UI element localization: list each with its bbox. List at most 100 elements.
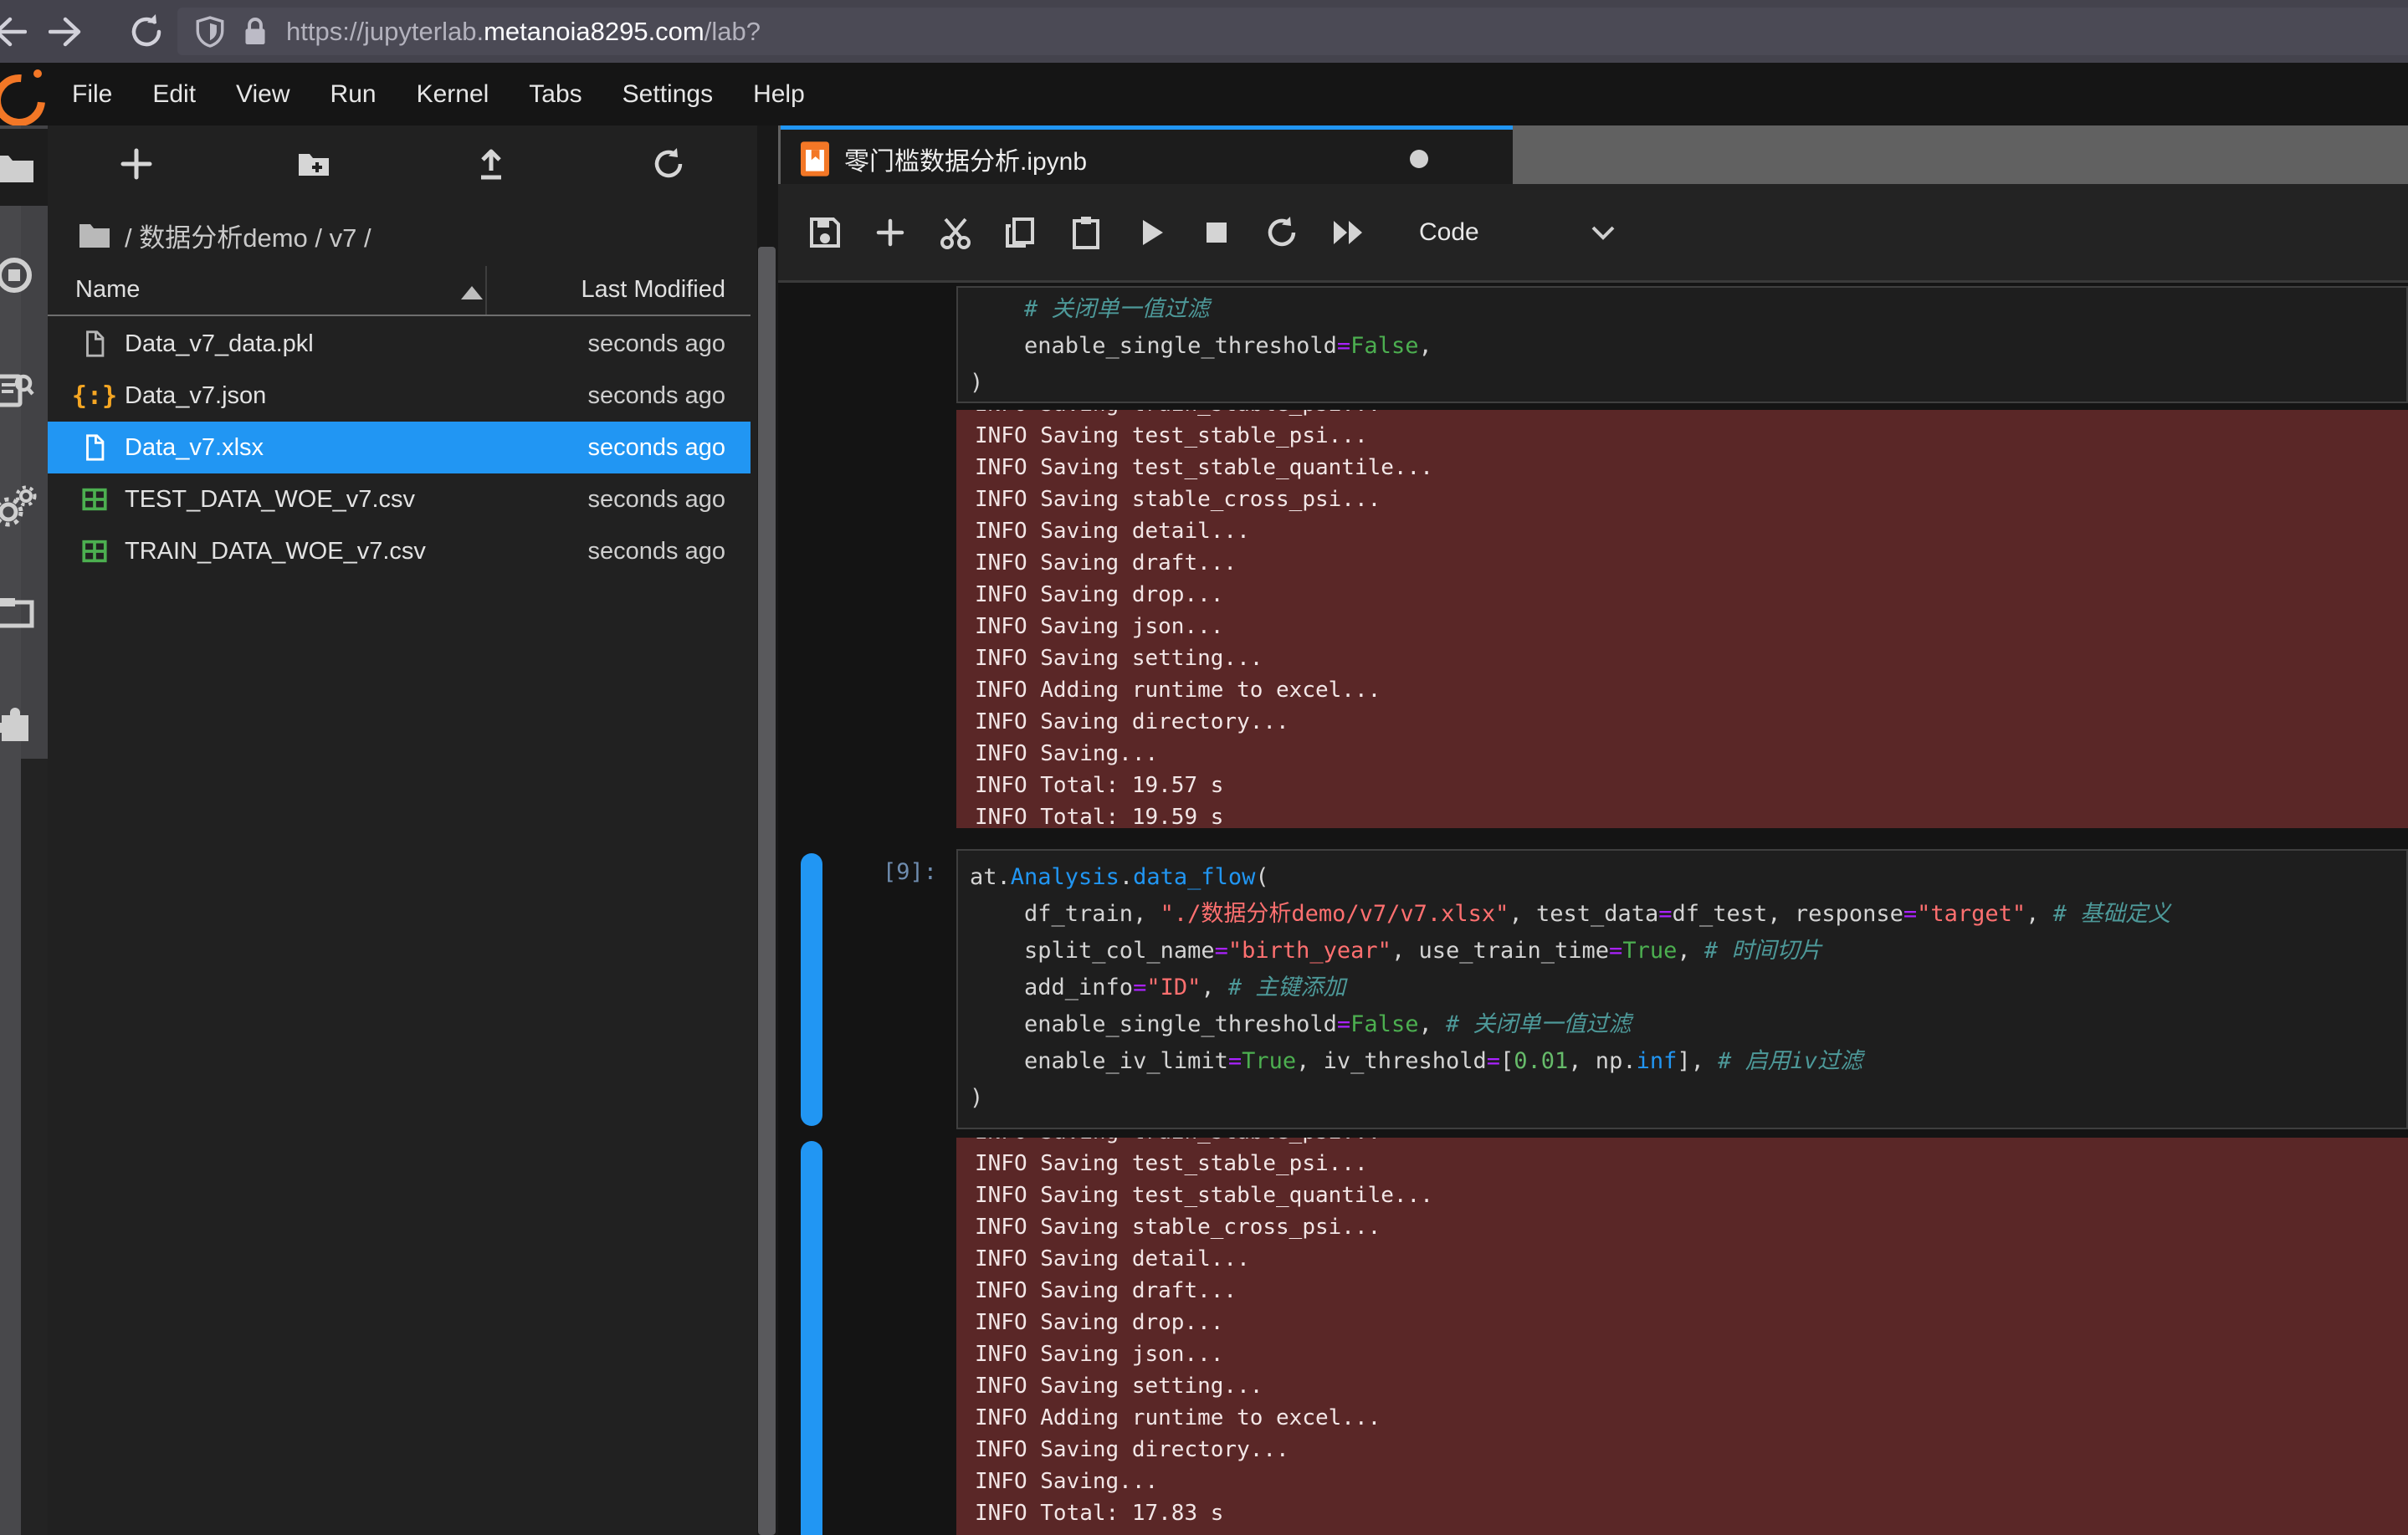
cell-output-stderr: INFO Saving train_stable_psi... INFO Sav… [956,1138,2408,1535]
extensions-puzzle-icon[interactable] [0,703,37,748]
output-line: INFO Saving setting... [975,1370,2408,1402]
run-icon[interactable] [1133,214,1170,251]
file-browser-toolbar [48,125,757,202]
execution-count-prompt: [9]: [812,859,937,885]
code-cell-9[interactable]: at.Analysis.data_flow( df_train, "./数据分析… [956,849,2408,1129]
file-row[interactable]: TRAIN_DATA_WOE_v7.csvseconds ago [48,525,751,577]
jupyter-logo-dot [33,69,42,78]
file-modified: seconds ago [588,382,725,410]
json-file-icon: {:} [78,379,111,412]
column-divider[interactable] [485,266,487,315]
file-row[interactable]: Data_v7.xlsx seconds ago [48,422,751,473]
file-name: Data_v7_data.pkl [125,330,314,358]
forward-icon[interactable] [49,13,87,51]
output-line: INFO Saving test_stable_psi... [975,1148,2408,1179]
output-line: INFO Saving test_stable_quantile... [975,452,2408,484]
lock-icon[interactable] [243,16,268,48]
shield-icon[interactable] [196,15,224,49]
url-text: https://jupyterlab.metanoia8295.com/lab? [286,17,761,47]
menu-view[interactable]: View [216,80,310,109]
copy-icon[interactable] [1002,214,1039,251]
menu-tabs[interactable]: Tabs [509,80,602,109]
window-edge-strip [0,125,21,1535]
output-line: INFO Total: 17.85 s [975,1529,2408,1535]
output-line: INFO Saving stable_cross_psi... [975,484,2408,515]
breadcrumb[interactable]: / 数据分析demo / v7 / [78,212,371,258]
file-modified: seconds ago [588,330,725,358]
refresh-icon[interactable] [650,146,687,182]
save-icon[interactable] [807,214,843,251]
menu-settings[interactable]: Settings [602,80,733,109]
open-tabs-icon[interactable] [0,591,37,636]
output-collapser[interactable] [801,1141,822,1535]
new-launcher-icon[interactable] [118,146,155,182]
notebook-scroll-area[interactable]: # 关闭单一值过滤 enable_single_threshold=False,… [778,283,2408,1535]
new-folder-icon[interactable] [295,146,332,182]
left-activity-bar [0,125,48,1535]
file-row[interactable]: Data_v7_data.pkl seconds ago [48,318,751,370]
output-line: INFO Saving directory... [975,1434,2408,1466]
running-sessions-icon[interactable] [0,253,37,298]
browser-toolbar: https://jupyterlab.metanoia8295.com/lab? [0,0,2408,64]
csv-file-icon [78,535,111,568]
output-line: INFO Saving drop... [975,579,2408,611]
input-collapser[interactable] [801,853,822,1126]
reload-icon[interactable] [127,13,166,51]
output-line: INFO Adding runtime to excel... [975,1402,2408,1434]
menu-items: FileEditViewRunKernelTabsSettingsHelp [52,80,825,109]
back-icon[interactable] [0,13,27,51]
main-menu-bar: FileEditViewRunKernelTabsSettingsHelp [0,63,2408,125]
add-cell-icon[interactable] [872,214,909,251]
tab-title: 零门槛数据分析.ipynb [844,141,1087,177]
notebook-tab[interactable]: 零门槛数据分析.ipynb [781,125,1513,188]
folder-icon[interactable] [78,221,111,249]
code-cell-partial[interactable]: # 关闭单一值过滤 enable_single_threshold=False,… [956,286,2408,403]
scrollbar-thumb[interactable] [758,247,776,1535]
output-lines: INFO Saving test_stable_psi... INFO Savin… [975,1148,2408,1535]
output-line: INFO Adding runtime to excel... [975,674,2408,706]
menu-kernel[interactable]: Kernel [397,80,510,109]
file-modified: seconds ago [588,434,725,462]
command-palette-icon[interactable] [0,368,37,413]
column-header-modified[interactable]: Last Modified [582,276,726,304]
output-line: INFO Total: 19.59 s [975,801,2408,828]
output-line: INFO Saving json... [975,1338,2408,1370]
chevron-down-icon[interactable] [1588,223,1618,243]
menu-edit[interactable]: Edit [132,80,216,109]
csv-file-icon [78,483,111,516]
output-line: INFO Saving setting... [975,642,2408,674]
output-line: INFO Total: 17.83 s [975,1497,2408,1529]
menu-file[interactable]: File [52,80,132,109]
file-name: Data_v7.json [125,382,266,410]
property-inspector-icon[interactable] [0,484,37,529]
doc-file-icon [78,431,111,464]
menu-help[interactable]: Help [733,80,825,109]
file-row[interactable]: {:} Data_v7.json seconds ago [48,370,751,422]
file-name: TRAIN_DATA_WOE_v7.csv [125,538,426,565]
file-name: Data_v7.xlsx [125,434,264,462]
upload-icon[interactable] [473,146,510,182]
cell-type-dropdown[interactable]: Code [1419,218,1479,247]
output-line: INFO Saving drop... [975,1307,2408,1338]
cut-icon[interactable] [937,214,974,251]
code-line: add_info="ID", # 主键添加 [970,970,2406,1006]
clipped-output-line: INFO Saving train_stable_psi... [975,410,2408,420]
output-line: INFO Saving draft... [975,1275,2408,1307]
menu-run[interactable]: Run [310,80,397,109]
file-browser-icon[interactable] [0,146,37,191]
stop-icon[interactable] [1198,214,1235,251]
restart-kernel-icon[interactable] [1263,214,1300,251]
output-line: INFO Saving... [975,1466,2408,1497]
column-header-name[interactable]: Name [75,276,140,304]
file-browser-panel: / 数据分析demo / v7 / Name Last Modified Dat… [48,125,757,1535]
restart-run-all-icon[interactable] [1329,214,1365,251]
output-line: INFO Saving draft... [975,547,2408,579]
paste-icon[interactable] [1068,214,1104,251]
file-row[interactable]: TEST_DATA_WOE_v7.csvseconds ago [48,473,751,525]
jupyterlab-window: https://jupyterlab.metanoia8295.com/lab?… [0,0,2408,1535]
code-line: ) [970,365,2406,402]
notebook-toolbar: Code [778,184,2408,283]
code-line: split_col_name="birth_year", use_train_t… [970,933,2406,970]
address-bar[interactable]: https://jupyterlab.metanoia8295.com/lab? [177,8,2408,55]
unsaved-changes-dot[interactable] [1410,150,1428,168]
